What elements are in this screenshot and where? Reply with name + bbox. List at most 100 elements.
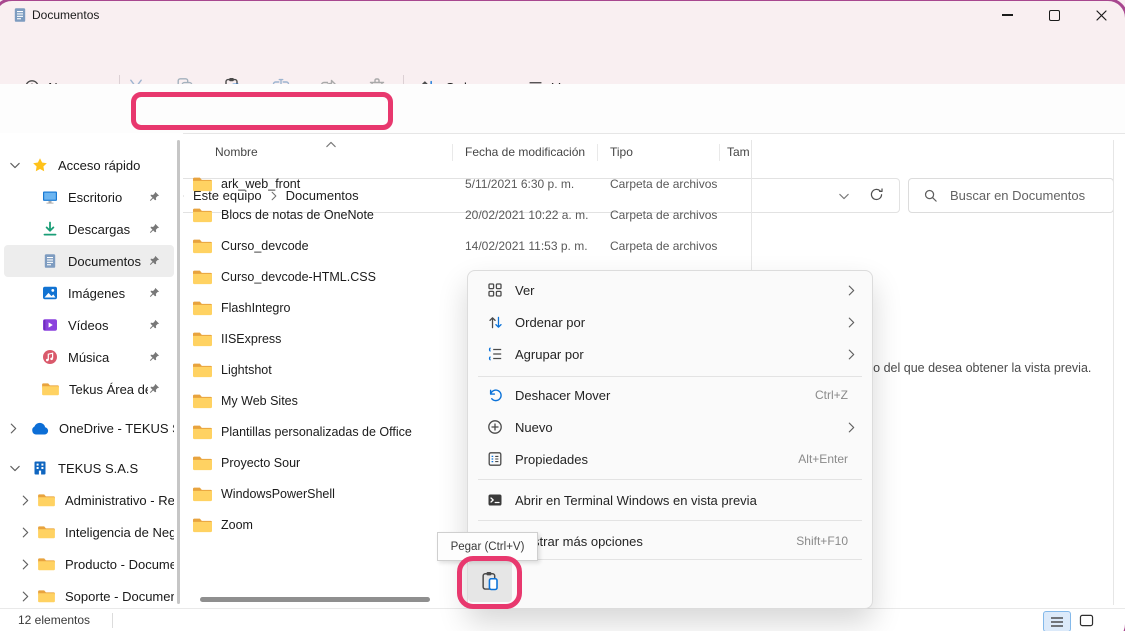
minimize-icon <box>1002 14 1013 15</box>
sidebar-item-quick-access[interactable]: Acceso rápido <box>4 149 174 181</box>
column-divider[interactable] <box>597 144 598 161</box>
folder-icon <box>193 300 212 316</box>
close-button[interactable] <box>1078 0 1124 30</box>
column-header-name[interactable]: Nombre <box>215 140 258 164</box>
pin-icon <box>148 287 160 299</box>
pin-icon <box>148 223 160 235</box>
menu-item-ver[interactable]: Ver <box>472 274 868 306</box>
chevron-right-icon[interactable] <box>22 495 29 506</box>
folder-icon <box>38 525 55 539</box>
address-dropdown-button[interactable] <box>839 187 849 205</box>
sidebar-item-label: TEKUS S.A.S <box>58 461 174 476</box>
menu-item-label: Abrir en Terminal Windows en vista previ… <box>515 493 868 508</box>
sidebar-item-tekus-area[interactable]: Tekus Área de Pro <box>4 373 174 405</box>
grid-view-icon <box>487 282 503 298</box>
pin-icon <box>148 383 160 395</box>
sidebar-item-label: Inteligencia de Nego <box>65 525 174 540</box>
folder-icon <box>193 486 212 502</box>
sidebar-item-onedrive[interactable]: OneDrive - TEKUS S.A <box>4 412 174 444</box>
file-row-curso-devcode[interactable]: Curso_devcode 14/02/2021 11:53 p. m. Car… <box>185 230 747 261</box>
column-header-size[interactable]: Tam <box>727 140 749 164</box>
chevron-down-icon[interactable] <box>10 465 20 472</box>
submenu-chevron-icon <box>848 349 855 360</box>
column-divider[interactable] <box>452 144 453 161</box>
pin-icon <box>148 351 160 363</box>
chevron-down-icon[interactable] <box>10 162 20 169</box>
column-divider[interactable] <box>719 144 720 161</box>
sidebar-item-label: Acceso rápido <box>58 158 174 173</box>
file-type: Carpeta de archivos <box>610 239 717 253</box>
file-explorer-window: Documentos Nuevo Ordenar Ver <box>0 0 1125 631</box>
file-name: Curso_devcode <box>221 239 309 253</box>
navigation-bar: Este equipo Documentos <box>0 84 1125 134</box>
sort-ascending-icon <box>326 141 336 148</box>
sidebar-item-label: Tekus Área de Pro <box>69 382 148 397</box>
file-name: Lightshot <box>221 363 272 377</box>
sidebar-item-videos[interactable]: Vídeos <box>4 309 174 341</box>
pin-icon <box>148 319 160 331</box>
details-view-button[interactable] <box>1043 611 1071 631</box>
terminal-icon <box>487 492 503 508</box>
sidebar-item-tekus-org[interactable]: TEKUS S.A.S <box>4 452 174 484</box>
sidebar-item-pictures[interactable]: Imágenes <box>4 277 174 309</box>
sidebar-item-downloads[interactable]: Descargas <box>4 213 174 245</box>
folder-icon <box>193 424 212 440</box>
file-name: ark_web_front <box>221 177 300 191</box>
menu-item-agrupar-por[interactable]: Agrupar por <box>472 338 868 370</box>
search-box[interactable] <box>908 178 1114 213</box>
menu-item-nuevo[interactable]: Nuevo <box>472 411 868 443</box>
column-header-modified[interactable]: Fecha de modificación <box>465 140 585 164</box>
large-icons-view-icon <box>1079 614 1094 627</box>
sidebar-item-label: OneDrive - TEKUS S.A <box>59 421 174 436</box>
file-row-ark-web-front[interactable]: ark_web_front 5/11/2021 6:30 p. m. Carpe… <box>185 168 747 199</box>
context-menu-paste-button[interactable] <box>468 561 512 602</box>
sidebar-item-documents[interactable]: Documentos <box>4 245 174 277</box>
pin-icon <box>148 255 160 267</box>
large-icons-view-button[interactable] <box>1073 611 1099 630</box>
sidebar-item-label: Soporte - Document <box>65 589 174 604</box>
sidebar-scrollbar[interactable] <box>177 140 180 604</box>
new-icon <box>487 419 503 435</box>
file-name: Proyecto Sour <box>221 456 300 470</box>
sidebar-item-administrativo[interactable]: Administrativo - Rer <box>4 484 174 516</box>
details-view-icon <box>1050 616 1064 628</box>
refresh-button[interactable] <box>869 187 884 207</box>
menu-divider <box>478 520 862 521</box>
sidebar-item-music[interactable]: Música <box>4 341 174 373</box>
file-name: Curso_devcode-HTML.CSS <box>221 270 376 284</box>
chevron-right-icon[interactable] <box>22 527 29 538</box>
sidebar-item-desktop[interactable]: Escritorio <box>4 181 174 213</box>
file-date: 14/02/2021 11:53 p. m. <box>465 239 588 253</box>
menu-item-abrir-terminal[interactable]: Abrir en Terminal Windows en vista previ… <box>472 484 868 516</box>
menu-item-propiedades[interactable]: Propiedades Alt+Enter <box>472 443 868 475</box>
chevron-right-icon[interactable] <box>22 559 29 570</box>
menu-item-deshacer-mover[interactable]: Deshacer Mover Ctrl+Z <box>472 379 868 411</box>
maximize-button[interactable] <box>1031 0 1077 30</box>
file-name: Blocs de notas de OneNote <box>221 208 374 222</box>
download-icon <box>42 221 58 237</box>
navigation-pane: Acceso rápido Escritorio Descargas Docum… <box>0 133 183 608</box>
minimize-button[interactable] <box>984 0 1030 30</box>
search-input[interactable] <box>948 187 1102 204</box>
folder-icon <box>193 331 212 347</box>
file-name: FlashIntegro <box>221 301 290 315</box>
submenu-chevron-icon <box>848 317 855 328</box>
sidebar-item-producto[interactable]: Producto - Docume <box>4 548 174 580</box>
sidebar-item-inteligencia[interactable]: Inteligencia de Nego <box>4 516 174 548</box>
menu-item-ordenar-por[interactable]: Ordenar por <box>472 306 868 338</box>
folder-icon <box>42 382 59 396</box>
folder-icon <box>38 589 55 603</box>
file-row-onenote[interactable]: Blocs de notas de OneNote 20/02/2021 10:… <box>185 199 747 230</box>
folder-icon <box>193 269 212 285</box>
menu-item-label: Deshacer Mover <box>515 388 815 403</box>
horizontal-scrollbar[interactable] <box>200 597 430 602</box>
chevron-right-icon[interactable] <box>10 423 17 434</box>
submenu-chevron-icon <box>848 422 855 433</box>
file-date: 20/02/2021 10:22 a. m. <box>465 208 588 222</box>
chevron-right-icon[interactable] <box>22 591 29 602</box>
organization-icon <box>32 460 48 476</box>
column-header-type[interactable]: Tipo <box>610 140 633 164</box>
command-bar: Nuevo Ordenar Ver <box>0 30 1125 85</box>
title-bar: Documentos <box>0 0 1125 30</box>
file-type: Carpeta de archivos <box>610 177 717 191</box>
